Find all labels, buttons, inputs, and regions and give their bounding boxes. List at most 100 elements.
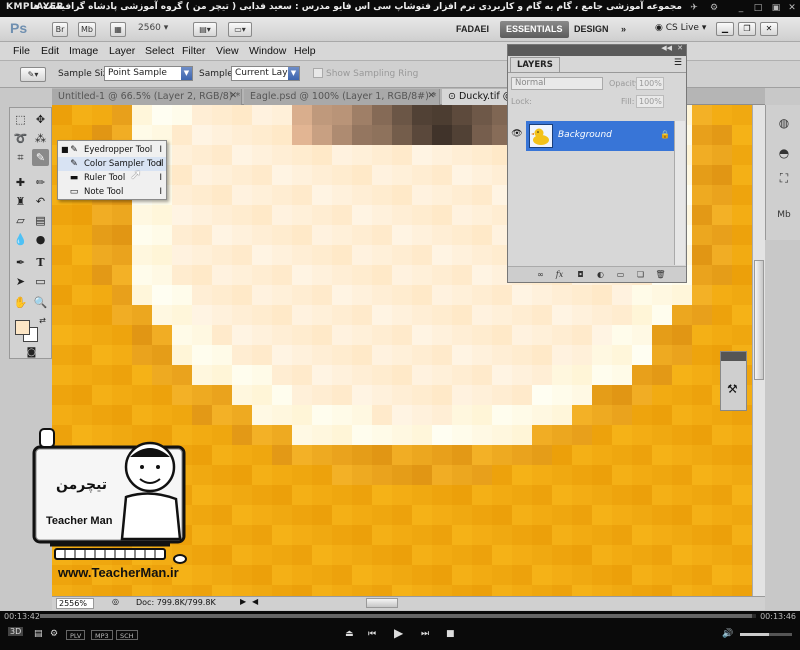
flyout-eyedropper-tool[interactable]: ■ ✎ Eyedropper Tool I [58,143,166,157]
screen-mode-icon[interactable]: ▭▾ [228,22,252,37]
layer-visibility-eye-icon[interactable]: 👁 [511,129,523,141]
view-extras-icon[interactable]: ▦ [110,22,126,37]
zoom-level-select[interactable]: 2560 ▾ [138,23,186,37]
status-menu-icon[interactable]: ▶ [240,597,246,606]
more-workspaces-icon[interactable]: » [615,21,632,38]
fullscreen-icon[interactable]: ▣ [770,2,782,14]
stop-icon[interactable]: ■ [446,629,455,639]
eraser-tool-icon[interactable]: ▱ [12,212,29,229]
blend-mode-select[interactable]: Normal [511,77,603,90]
previous-icon[interactable]: ⏮ [368,629,376,639]
tab-ducky[interactable]: ⊙ Ducky.tif @ [442,89,508,105]
scroll-left-icon[interactable]: ◀ [252,597,258,606]
color-panel-icon[interactable]: ◍ [773,113,795,133]
menu-help[interactable]: Help [294,45,316,57]
menu-image[interactable]: Image [69,45,98,57]
ps-minimize-icon[interactable]: ▁ [716,22,734,36]
zoom-field[interactable]: 2556% [56,598,94,609]
minibridge-button[interactable]: Mb [78,22,96,37]
fill-field[interactable]: 100% [636,95,664,108]
lasso-tool-icon[interactable]: ➰ [12,130,29,147]
playlist-icon[interactable]: ▤ [34,629,43,639]
volume-slider[interactable] [740,633,792,636]
opacity-field[interactable]: 100% [636,77,664,90]
layer-row-background[interactable]: Background 🔒 [526,121,674,151]
quick-select-tool-icon[interactable]: ⁂ [32,130,49,147]
close-tab-icon[interactable]: ✕ [427,89,435,104]
panel-menu-icon[interactable]: ☰ [674,58,682,68]
tag-mp3[interactable]: MP3 [91,630,113,640]
adjustments-panel-icon[interactable]: ◓ [773,143,795,163]
link-layers-icon[interactable]: ∞ [535,269,546,280]
cs-live-button[interactable]: ◉ CS Live ▾ [655,23,706,33]
close-tab-icon[interactable]: ✕ [229,89,237,104]
layer-style-icon[interactable]: fx [554,269,565,280]
new-group-icon[interactable]: ▭ [615,269,626,280]
adjustment-layer-icon[interactable]: ◐ [595,269,606,280]
healing-brush-tool-icon[interactable]: ✚ [12,174,29,191]
tool-presets-icon[interactable]: ⚒ [727,382,738,396]
3d-button[interactable]: 3D [8,627,24,636]
move-tool-icon[interactable]: ✥ [32,111,49,128]
horizontal-scroll-thumb[interactable] [366,598,398,608]
menu-view[interactable]: View [216,45,239,57]
settings-gear-icon[interactable]: ⚙ [50,629,58,639]
clone-stamp-tool-icon[interactable]: ♜ [12,193,29,210]
panel-header[interactable]: ◀◀ ✕ [508,44,686,56]
bridge-button[interactable]: Br [52,22,68,37]
flyout-color-sampler-tool[interactable]: ✎ Color Sampler Tool I [58,157,166,171]
ps-close-icon[interactable]: ✕ [760,22,778,36]
quick-mask-icon[interactable]: ◙ [23,344,40,361]
pen-tool-icon[interactable]: ✒ [12,254,29,271]
show-sampling-ring-checkbox[interactable] [313,68,323,78]
tab-untitled-1[interactable]: Untitled-1 @ 66.5% (Layer 2, RGB/8) * ✕ [52,89,242,105]
history-brush-tool-icon[interactable]: ↶ [32,193,49,210]
seek-bar[interactable] [40,614,756,618]
marquee-tool-icon[interactable]: ⬚ [12,111,29,128]
foreground-color-swatch[interactable] [15,320,30,335]
workspace-essentials[interactable]: ESSENTIALS [500,21,569,38]
play-icon[interactable]: ▶ [394,626,403,640]
workspace-fadaei[interactable]: FADAEI [450,21,495,38]
vertical-scroll-thumb[interactable] [754,260,764,380]
gradient-tool-icon[interactable]: ▤ [32,212,49,229]
sample-select[interactable]: Current Layer ▼ [231,66,300,81]
new-layer-icon[interactable]: ❏ [635,269,646,280]
type-tool-icon[interactable]: T [32,254,49,271]
menu-select[interactable]: Select [145,45,174,57]
eyedropper-tool-icon[interactable]: ✎ [32,149,49,166]
brush-tool-icon[interactable]: ✏ [32,174,49,191]
path-selection-tool-icon[interactable]: ➤ [12,273,29,290]
masks-panel-icon[interactable]: ⛶ [773,168,795,188]
menu-edit[interactable]: Edit [41,45,59,57]
menu-file[interactable]: File [13,45,30,57]
eject-icon[interactable]: ⏏ [345,629,354,639]
rectangle-tool-icon[interactable]: ▭ [32,273,49,290]
sample-size-select[interactable]: Point Sample ▼ [104,66,193,81]
tab-layers[interactable]: LAYERS [510,57,560,72]
dodge-tool-icon[interactable]: ● [32,231,49,248]
collapse-panel-icon[interactable]: ◀◀ [661,44,672,52]
delete-layer-icon[interactable]: 🗑 [655,269,666,280]
close-icon[interactable]: ✕ [786,2,798,14]
canvas-vertical-scrollbar[interactable] [752,105,765,596]
menu-layer[interactable]: Layer [109,45,135,57]
menu-filter[interactable]: Filter [182,45,205,57]
add-mask-icon[interactable]: ◘ [575,269,586,280]
zoom-tool-icon[interactable]: 🔍 [32,294,49,311]
pin-icon[interactable]: ✈ [688,2,700,14]
settings-icon[interactable]: ⚙ [708,2,720,14]
arrange-documents-icon[interactable]: ▤▾ [193,22,217,37]
tab-eagle[interactable]: Eagle.psd @ 100% (Layer 1, RGB/8#) * ✕ [244,89,440,105]
volume-icon[interactable]: 🔊 [722,629,733,639]
flyout-ruler-tool[interactable]: ▬ Ruler Tool I [58,171,166,185]
tag-sch[interactable]: SCH [116,630,138,640]
ps-restore-icon[interactable]: ❐ [738,22,756,36]
blur-tool-icon[interactable]: 💧 [12,231,29,248]
minibridge-panel-icon[interactable]: Mb [773,205,795,225]
hand-tool-icon[interactable]: ✋ [12,294,29,311]
workspace-design[interactable]: DESIGN [568,21,615,38]
crop-tool-icon[interactable]: ⌗ [12,149,29,166]
tool-preset-picker[interactable]: ✎▾ [20,67,46,82]
mini-dock-header[interactable] [721,352,746,361]
